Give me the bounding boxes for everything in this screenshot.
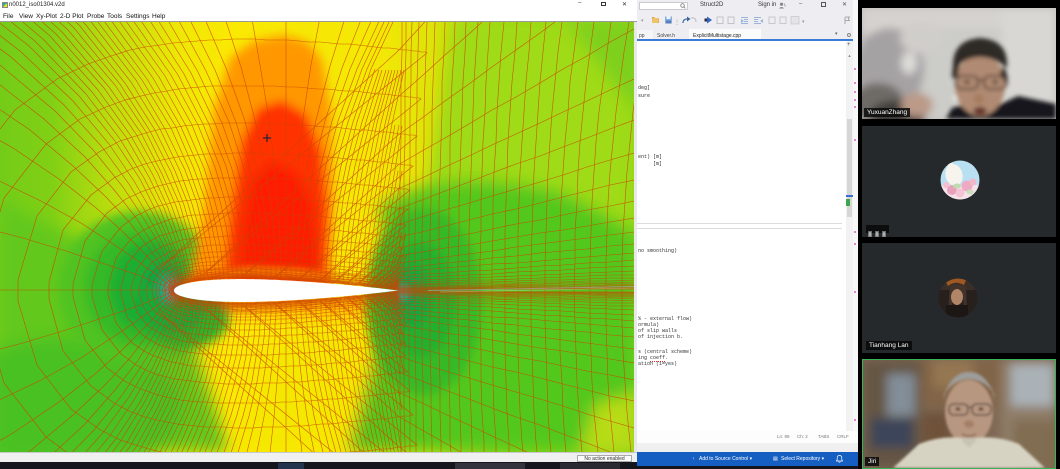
svg-text:⋮: ⋮: [674, 20, 680, 25]
svg-text:▾: ▾: [641, 18, 644, 24]
svg-text:▾: ▾: [802, 19, 805, 25]
